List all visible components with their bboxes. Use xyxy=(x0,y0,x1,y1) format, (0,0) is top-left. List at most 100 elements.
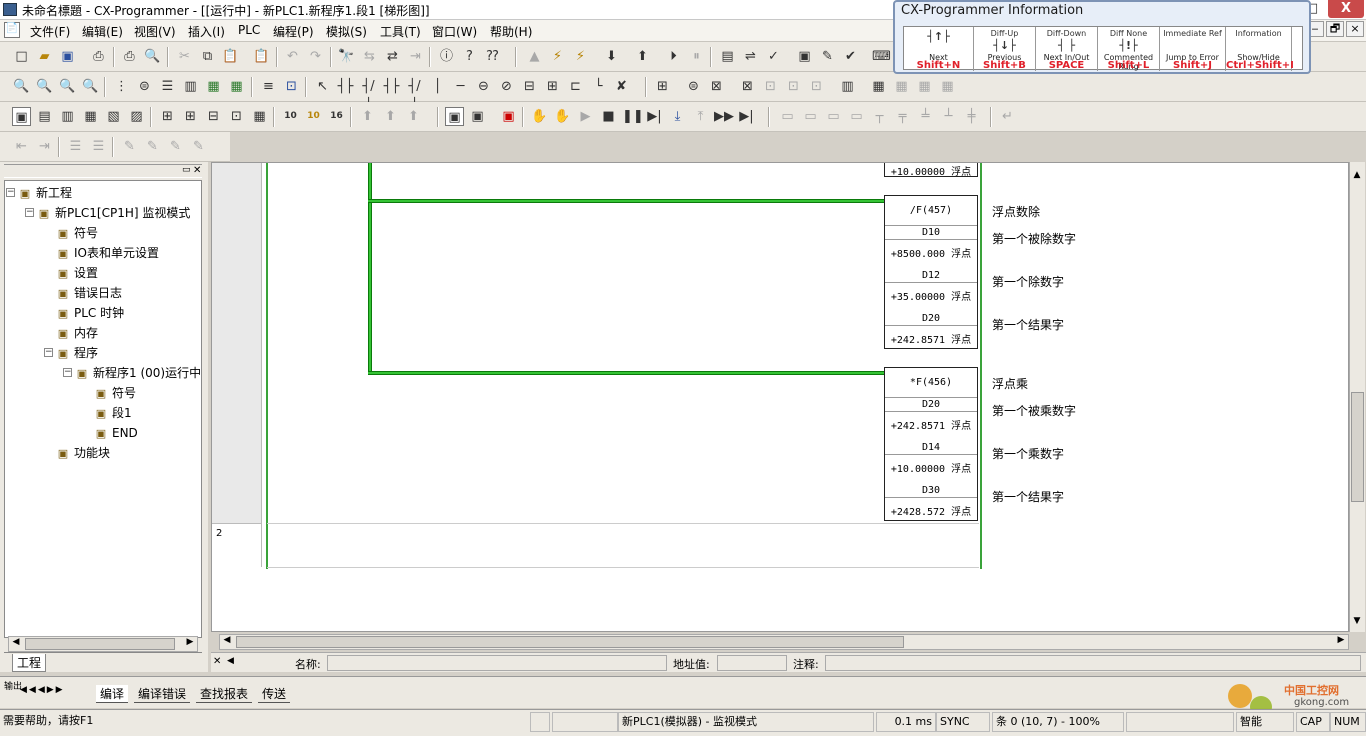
delete-line-icon[interactable]: ✘ xyxy=(612,77,631,96)
paste-special-icon[interactable]: 📋 xyxy=(252,47,271,66)
tree-item[interactable]: ▣ 符号 xyxy=(93,383,136,403)
zoom-in-icon[interactable]: 🔍 xyxy=(35,77,54,96)
tree-item[interactable]: ▣ 符号 xyxy=(55,223,98,243)
coil-icon[interactable]: ⊖ xyxy=(474,77,493,96)
step-hand-icon[interactable]: ✋ xyxy=(530,107,549,126)
same-height-icon[interactable]: ┴ xyxy=(939,107,958,126)
plc-memory-icon[interactable]: ▦ xyxy=(915,77,934,96)
output-tab[interactable]: 传送 xyxy=(258,685,291,703)
online-edit-icon[interactable]: ⊞ xyxy=(653,77,672,96)
doc-icon[interactable]: 📄 xyxy=(4,22,20,38)
step-hand2-icon[interactable]: ✋ xyxy=(553,107,572,126)
coil-nc-icon[interactable]: ⊘ xyxy=(497,77,516,96)
function-block[interactable]: *F(456) D20 +242.8571 浮点 D14 +10.00000 浮点 D30… xyxy=(884,367,978,521)
scroll-down-icon[interactable]: ▼ xyxy=(1350,616,1364,630)
plc-settings-icon[interactable]: ▦ xyxy=(938,77,957,96)
download-icon[interactable]: ⬇ xyxy=(602,47,621,66)
zoom-fit-icon[interactable]: 🔍 xyxy=(58,77,77,96)
transfer-icon[interactable]: ⇌ xyxy=(741,47,760,66)
hscroll-right-icon[interactable]: ▶ xyxy=(1334,635,1348,649)
tree-item[interactable]: − ▣ 新PLC1[CP1H] 监视模式 xyxy=(25,203,190,223)
memory-view-icon[interactable]: ▦ xyxy=(250,107,269,126)
run-mode-icon[interactable]: ⏵ xyxy=(664,47,683,66)
force-cancel-icon[interactable]: ⊡ xyxy=(807,77,826,96)
time-chart-icon[interactable]: ▦ xyxy=(869,77,888,96)
play-icon[interactable]: ▶ xyxy=(576,107,595,126)
menu-tools[interactable]: 工具(T) xyxy=(380,23,421,40)
grid-icon[interactable]: ⋮ xyxy=(112,77,131,96)
pause-icon[interactable]: ❚❚ xyxy=(622,107,644,126)
tree-item[interactable]: ▣ 错误日志 xyxy=(55,283,122,303)
tree-item[interactable]: ▣ 段1 xyxy=(93,403,132,423)
indent-icon[interactable]: ⇥ xyxy=(35,137,54,156)
output-tab[interactable]: 编译错误 xyxy=(134,685,191,703)
force-on-icon[interactable]: ⊡ xyxy=(761,77,780,96)
compile-icon[interactable]: ⬆ xyxy=(358,107,377,126)
menu-program[interactable]: 编程(P) xyxy=(273,23,314,40)
horizontal-line-icon[interactable]: ─ xyxy=(451,77,470,96)
function-block-online-icon[interactable]: ▣ xyxy=(795,47,814,66)
output-tab[interactable]: 编译 xyxy=(96,685,129,703)
menu-file[interactable]: 文件(F) xyxy=(30,23,70,40)
menu-insert[interactable]: 插入(I) xyxy=(188,23,225,40)
find-icon[interactable]: 🔭 xyxy=(337,47,356,66)
address-field[interactable] xyxy=(717,655,787,671)
output-window-icon[interactable]: ▤ xyxy=(35,107,54,126)
properties-icon[interactable]: ▧ xyxy=(104,107,123,126)
expand-collapse-icon[interactable]: − xyxy=(6,188,15,197)
replace-icon[interactable]: ⇆ xyxy=(360,47,379,66)
tree-item[interactable]: ▣ IO表和单元设置 xyxy=(55,243,159,263)
about-icon[interactable]: ⓘ xyxy=(437,47,456,66)
sim-window-icon[interactable]: ▣ xyxy=(468,107,487,126)
watch-icon[interactable]: ▦ xyxy=(227,77,246,96)
tree-scrollbar[interactable]: ◀ ▶ xyxy=(8,636,198,652)
mnemonic-icon[interactable]: ≡ xyxy=(259,77,278,96)
step-icon[interactable]: ▶| xyxy=(645,107,664,126)
cross-ref-icon[interactable]: ⇄ xyxy=(383,47,402,66)
same-size-icon[interactable]: ╪ xyxy=(962,107,981,126)
undo-icon[interactable]: ↶ xyxy=(283,47,302,66)
expand-collapse-icon[interactable]: − xyxy=(25,208,34,217)
tree-item[interactable]: ▣ 内存 xyxy=(55,323,98,343)
print-icon[interactable]: ⎙ xyxy=(120,47,139,66)
contact-or-nc-icon[interactable]: ┤/├ xyxy=(405,77,424,113)
edit-online-icon[interactable]: ✎ xyxy=(818,47,837,66)
menu-help[interactable]: 帮助(H) xyxy=(490,23,532,40)
tree-item[interactable]: ▣ 功能块 xyxy=(55,443,110,463)
bookmark-next-icon[interactable]: ✎ xyxy=(143,137,162,156)
help-icon[interactable]: ? xyxy=(460,47,479,66)
online-edit-end-icon[interactable]: ✔ xyxy=(841,47,860,66)
sim-online-icon[interactable]: ▣ xyxy=(445,107,464,126)
align-right-icon[interactable]: ▭ xyxy=(824,107,843,126)
addr-ref-icon[interactable]: ▦ xyxy=(81,107,100,126)
align-left-icon[interactable]: ▭ xyxy=(778,107,797,126)
menu-edit[interactable]: 编辑(E) xyxy=(82,23,123,40)
comments-icon[interactable]: ⊜ xyxy=(135,77,154,96)
watch-window-icon[interactable]: ▥ xyxy=(58,107,77,126)
mdi-close-button[interactable]: × xyxy=(1346,21,1364,37)
zoom-icon[interactable]: 🔍 xyxy=(12,77,31,96)
distribute-h-icon[interactable]: ┬ xyxy=(870,107,889,126)
close-button[interactable]: X xyxy=(1328,0,1364,18)
contact-no-icon[interactable]: ┤├ xyxy=(336,77,355,96)
scroll-up-icon[interactable]: ▲ xyxy=(1350,170,1364,184)
binary-10-sign-icon[interactable]: 10 xyxy=(304,107,323,126)
view-icon[interactable]: ▨ xyxy=(127,107,146,126)
menu-view[interactable]: 视图(V) xyxy=(134,23,176,40)
project-window-icon[interactable]: ▣ xyxy=(12,107,31,126)
project-tab-label[interactable]: 工程 xyxy=(12,654,47,672)
sim-stop-icon[interactable]: ▣ xyxy=(499,107,518,126)
name-field[interactable] xyxy=(327,655,667,671)
cancel-edit-icon[interactable]: ⊜ xyxy=(684,77,703,96)
save-icon[interactable]: ▣ xyxy=(58,47,77,66)
bookmark-prev-icon[interactable]: ✎ xyxy=(166,137,185,156)
outdent-icon[interactable]: ⇤ xyxy=(12,137,31,156)
copy-icon[interactable]: ⧉ xyxy=(198,47,217,66)
tree-item[interactable]: − ▣ 程序 xyxy=(44,343,98,363)
distribute-v-icon[interactable]: ╤ xyxy=(893,107,912,126)
tree-item[interactable]: ▣ END xyxy=(93,423,138,443)
check-icon[interactable]: ⬆ xyxy=(404,107,423,126)
symbol-table-icon[interactable]: ⊞ xyxy=(158,107,177,126)
return-icon[interactable]: ↵ xyxy=(998,107,1017,126)
monitor-diff-icon[interactable]: ⚡ xyxy=(571,47,590,66)
